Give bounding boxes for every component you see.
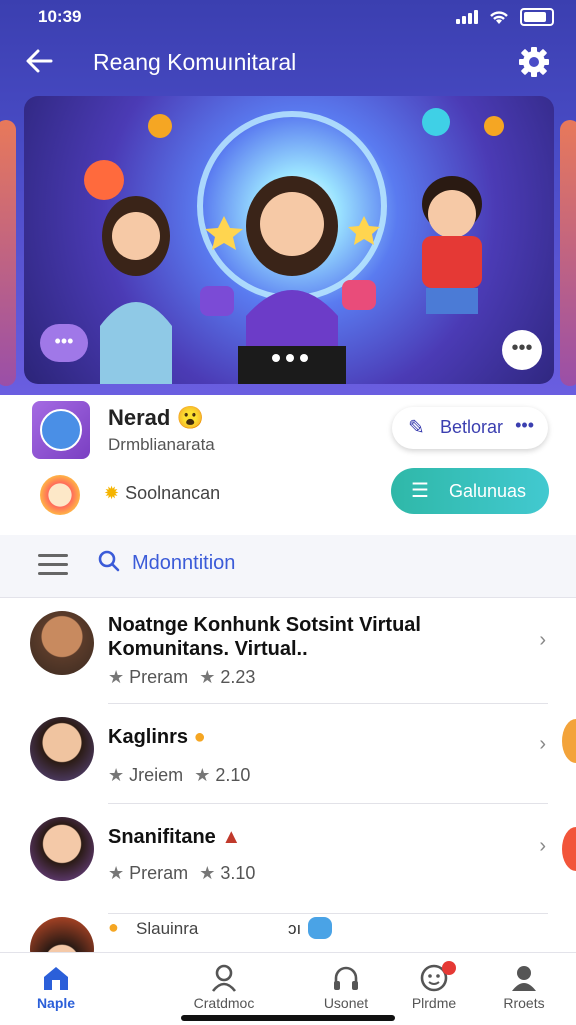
carousel-next-card[interactable] [560,120,576,386]
menu-icon[interactable] [38,554,68,576]
betlorar-label: Betlorar [440,417,504,437]
status-icons [456,8,554,26]
star-icon: ★ [199,667,216,687]
list-item-title-text: Snanifitane [108,826,216,848]
back-arrow-icon[interactable] [24,46,60,82]
notification-badge [442,961,456,975]
sun-label: Soolnancan [125,483,221,503]
user-icon [512,966,536,991]
list-item-title: Kaglinrs ● [108,725,508,749]
profile-section: Nerad 😮 Drmblianarata ✎ Betlorar ••• ✹ So… [0,395,576,536]
star-icon: ★ [108,667,125,687]
top-banner: 10:39 Reang Komuınitaral ••• ••• [0,0,576,395]
edge-badge [562,719,576,763]
more-dots-icon: ••• [515,415,534,435]
sun-icon: ✹ [104,483,120,503]
nav-label: Rroets [503,995,545,1011]
betlorar-button[interactable]: ✎ Betlorar ••• [392,407,548,449]
list-item-title: Noatnge Konhunk Sotsint Virtual Komunita… [108,614,421,660]
chat-bubble-icon: ••• [40,324,88,362]
list-item-meta: ★ Preram ★ 3.10 [108,863,255,884]
list-item-title: Slauinra [136,919,199,938]
chat-icon [308,917,332,939]
signal-icon [456,10,478,24]
list-item[interactable]: Noatnge Konhunk Sotsint Virtual Komunita… [0,597,576,703]
list-item-title-text: Kaglinrs [108,726,189,748]
avatar [30,611,94,675]
nav-label: Usonet [323,995,369,1011]
hero-carousel[interactable]: ••• ••• [0,96,576,386]
list-item-type: Jreiem [129,765,184,785]
wifi-icon [490,11,508,24]
list-item-type: Preram [129,667,189,687]
list-item-title: Snanifitane ▲ [108,825,508,849]
status-time: 10:39 [38,7,82,26]
headphones-icon [334,966,358,990]
profile-subtitle: Drmblianarata [108,435,215,454]
nav-label: Cratdmoc [193,995,255,1011]
nav-label: Plrdme [411,995,457,1011]
nav-item-home[interactable]: Naple [6,963,106,1011]
list-item-type: Preram [129,863,189,883]
profile-name: Nerad 😮 [108,405,204,431]
battery-icon [520,8,554,26]
avatar [30,717,94,781]
list-item-rating: 2.23 [220,667,256,687]
star-icon: ★ [108,765,125,785]
profile-avatar[interactable] [32,401,90,459]
sun-row: ✹ Soolnancan [104,483,220,504]
person-icon [211,964,237,992]
list-item-rating: 3.10 [220,863,256,883]
nav-item-reports[interactable]: Rroets [474,963,574,1011]
list-item[interactable]: Kaglinrs ● ★ Jreiem ★ 2.10 › [0,703,576,803]
nav-item-music[interactable]: Usonet [296,963,396,1011]
galunuas-button[interactable]: ☰ Galunuas [391,468,549,514]
hero-illustration[interactable]: ••• ••• [24,96,554,384]
list-item-rating: 2.10 [215,765,251,785]
galunuas-label: Galunuas [449,481,527,501]
list-item-meta: ★ Preram ★ 2.23 [108,667,255,688]
mascot-avatar [40,475,80,515]
community-list: Noatnge Konhunk Sotsint Virtual Komunita… [0,597,576,953]
list-item-meta: ★ Jreiem ★ 2.10 [108,765,250,786]
avatar [30,817,94,881]
list-item[interactable]: Snanifitane ▲ ★ Preram ★ 3.10 › [0,803,576,913]
star-icon: ★ [199,863,216,883]
more-options-button[interactable]: ••• [502,330,542,370]
home-indicator [181,1015,395,1021]
edge-badge [562,827,576,871]
emoji-icon: ● [193,726,206,748]
star-icon: ★ [194,765,211,785]
profile-name-text: Nerad [108,405,171,430]
emoji-icon: ● [108,917,119,937]
carousel-prev-card[interactable] [0,120,16,386]
profile-name-emoji: 😮 [176,405,204,430]
home-icon [44,967,68,990]
gear-icon[interactable] [516,44,556,84]
chevron-right-icon[interactable]: › [539,733,546,756]
search-label[interactable]: Mdonntition [132,552,235,575]
list-item-extra: ɔı [288,919,302,938]
list-icon: ☰ [411,480,429,502]
search-bar: Mdonntition [0,535,576,598]
list-item[interactable]: ● Slauinra ɔı [0,913,576,953]
badge-icon: ▲ [221,826,242,848]
chevron-right-icon[interactable]: › [539,629,546,652]
nav-item-notifications[interactable]: Plrdme [384,961,484,1011]
hero-characters-illustration [84,108,504,384]
header: Reang Komuınitaral [0,40,576,86]
status-bar: 10:39 [0,0,576,34]
search-icon[interactable] [98,550,120,578]
edit-icon: ✎ [408,417,425,439]
nav-item-profile[interactable]: Cratdmoc [174,963,274,1011]
avatar [30,917,94,953]
nav-label: Naple [36,995,76,1011]
chevron-right-icon[interactable]: › [539,835,546,858]
page-title: Reang Komuınitaral [93,49,297,75]
star-icon: ★ [108,863,125,883]
